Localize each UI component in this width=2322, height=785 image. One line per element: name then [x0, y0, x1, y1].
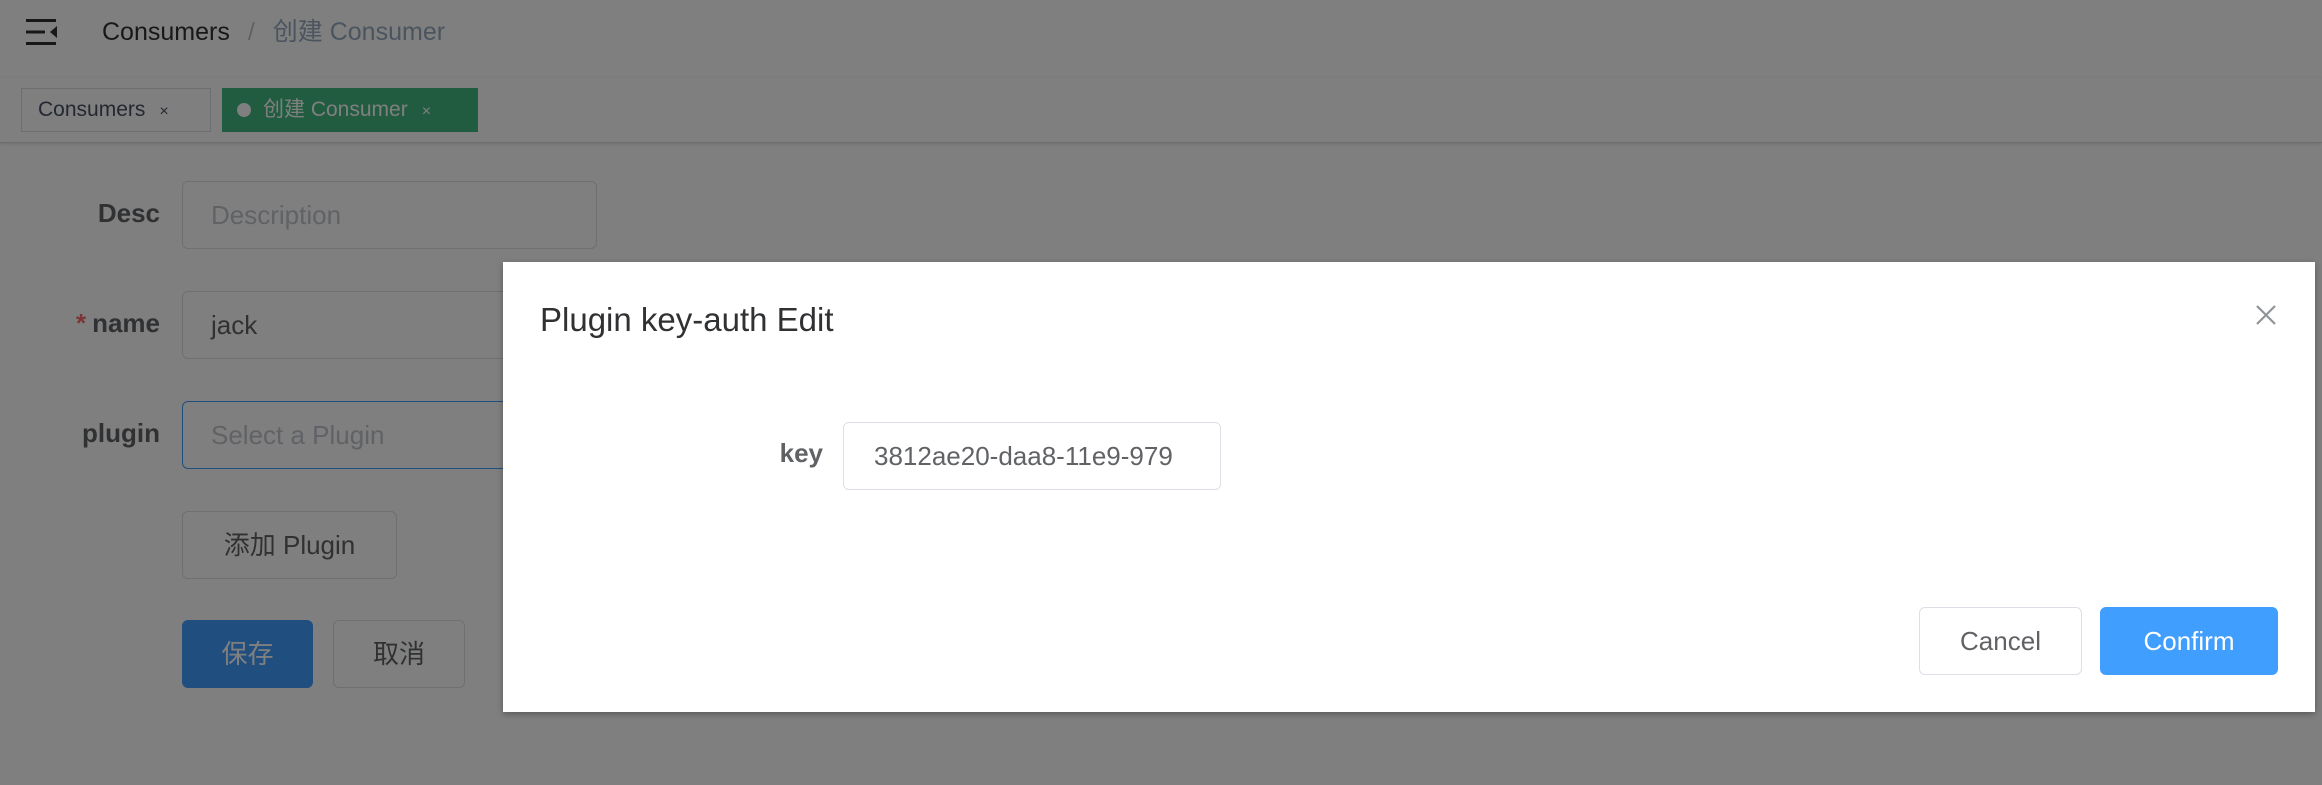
- dialog-cancel-button[interactable]: Cancel: [1919, 607, 2082, 675]
- dialog-title: Plugin key-auth Edit: [540, 301, 834, 338]
- key-input[interactable]: 3812ae20-daa8-11e9-979: [843, 422, 1221, 490]
- plugin-edit-dialog: Plugin key-auth Edit key 3812ae20-daa8-1…: [503, 262, 2315, 712]
- close-icon[interactable]: [2255, 304, 2277, 326]
- key-label: key: [779, 438, 823, 468]
- dialog-confirm-button[interactable]: Confirm: [2100, 607, 2278, 675]
